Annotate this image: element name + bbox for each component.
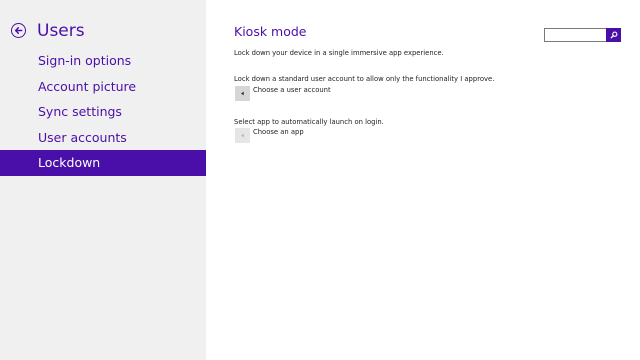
triangle-left-icon [241,91,244,96]
choose-user-account-label[interactable]: Choose a user account [253,86,331,94]
page-title: Kiosk mode [234,24,307,39]
search-button[interactable] [606,28,621,42]
intro-text: Lock down your device in a single immers… [234,49,444,57]
main-content: Kiosk mode Lock down your device in a si… [206,0,640,360]
sidebar: Users Sign-in options Account picture Sy… [0,0,206,360]
choose-app-label[interactable]: Choose an app [253,128,304,136]
sidebar-item-sync-settings[interactable]: Sync settings [0,99,206,125]
app-description: Select app to automatically launch on lo… [234,118,384,126]
choose-app-button[interactable] [235,128,250,143]
account-description: Lock down a standard user account to all… [234,75,495,83]
sidebar-nav: Sign-in options Account picture Sync set… [0,48,206,176]
search-box [544,28,621,42]
search-icon [610,31,617,39]
back-button[interactable] [11,23,26,38]
sidebar-title: Users [37,21,85,41]
sidebar-item-sign-in-options[interactable]: Sign-in options [0,48,206,74]
back-arrow-icon [14,27,23,34]
choose-user-account-button[interactable] [235,86,250,101]
choose-user-account[interactable]: Choose a user account [235,86,331,101]
triangle-left-icon [241,133,244,138]
sidebar-item-account-picture[interactable]: Account picture [0,74,206,100]
choose-app[interactable]: Choose an app [235,128,304,143]
sidebar-item-lockdown[interactable]: Lockdown [0,150,206,176]
sidebar-item-user-accounts[interactable]: User accounts [0,125,206,151]
settings-window: Users Sign-in options Account picture Sy… [0,0,640,360]
search-input[interactable] [544,28,606,42]
